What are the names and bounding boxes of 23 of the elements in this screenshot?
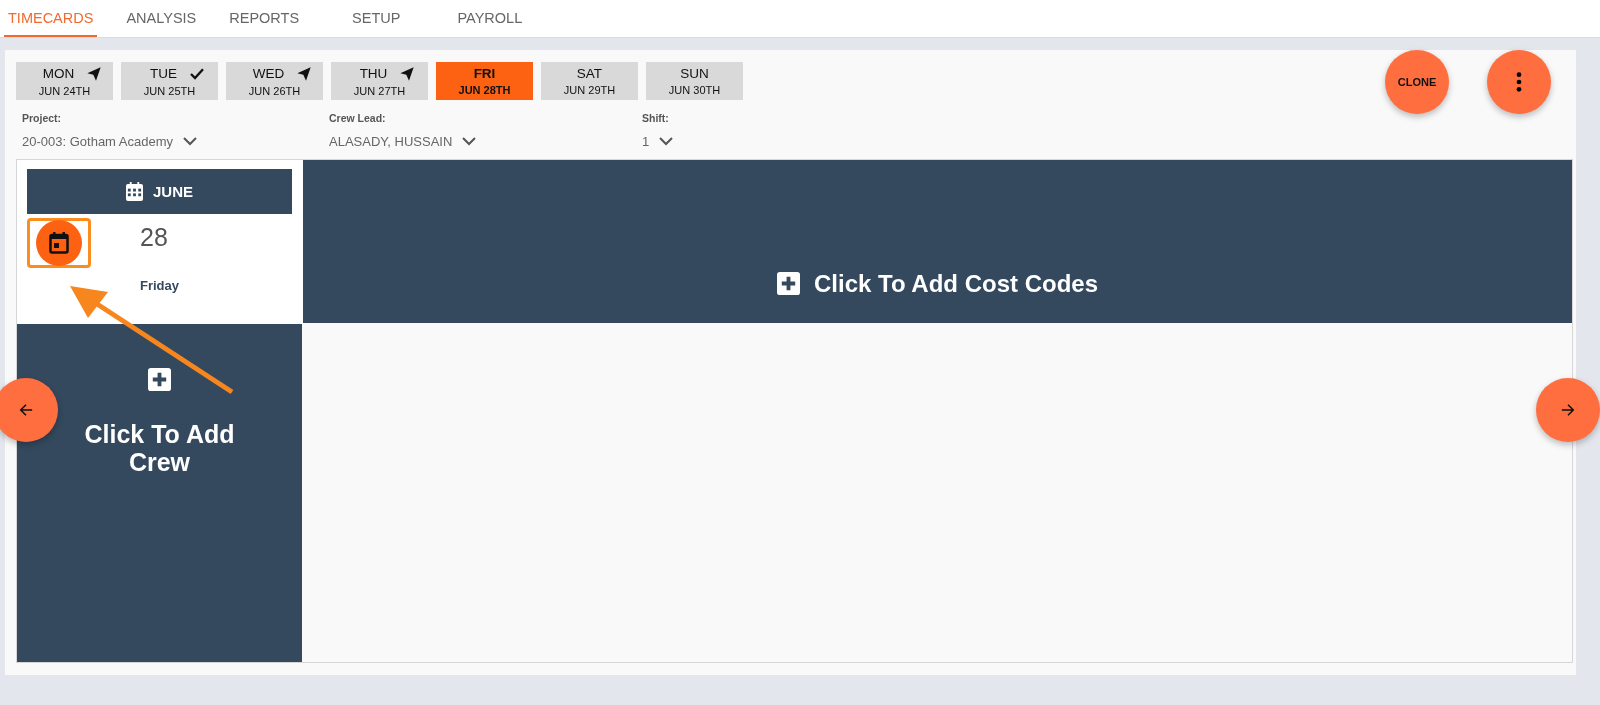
dropdown-field[interactable]: ALASADY, HUSSAIN — [329, 134, 477, 149]
month-label: JUNE — [153, 183, 193, 200]
day-tab[interactable]: MON JUN 24TH — [16, 62, 113, 100]
day-tab[interactable]: WED JUN 26TH — [226, 62, 323, 100]
day-tab[interactable]: FRI JUN 28TH — [436, 62, 533, 100]
day-tab[interactable]: TUE JUN 25TH — [121, 62, 218, 100]
nav-tab[interactable]: REPORTS — [225, 0, 304, 37]
field-label: Project: — [22, 112, 62, 124]
nav-tab[interactable]: SETUP — [348, 0, 405, 37]
add-cost-codes-button[interactable]: Click To Add Cost Codes — [302, 160, 1572, 323]
nav-tab[interactable]: ANALYSIS — [122, 0, 201, 37]
day-tab[interactable]: SUN JUN 30TH — [646, 62, 743, 100]
field-label: Crew Lead: — [329, 112, 386, 124]
field-label: Shift: — [642, 112, 669, 124]
day-number: 28 — [140, 222, 168, 252]
dropdown-field[interactable]: 20-003: Gotham Academy — [22, 134, 198, 149]
add-crew-button[interactable]: Click To Add Crew — [17, 323, 302, 662]
day-tab[interactable]: THU JUN 27TH — [331, 62, 428, 100]
day-tab[interactable]: SAT JUN 29TH — [541, 62, 638, 100]
weekday-label: Friday — [140, 278, 179, 293]
nav-tab[interactable]: PAYROLL — [453, 0, 527, 37]
dropdown-field[interactable]: 1 — [642, 134, 674, 149]
clone-button[interactable]: CLONE — [1385, 50, 1449, 114]
